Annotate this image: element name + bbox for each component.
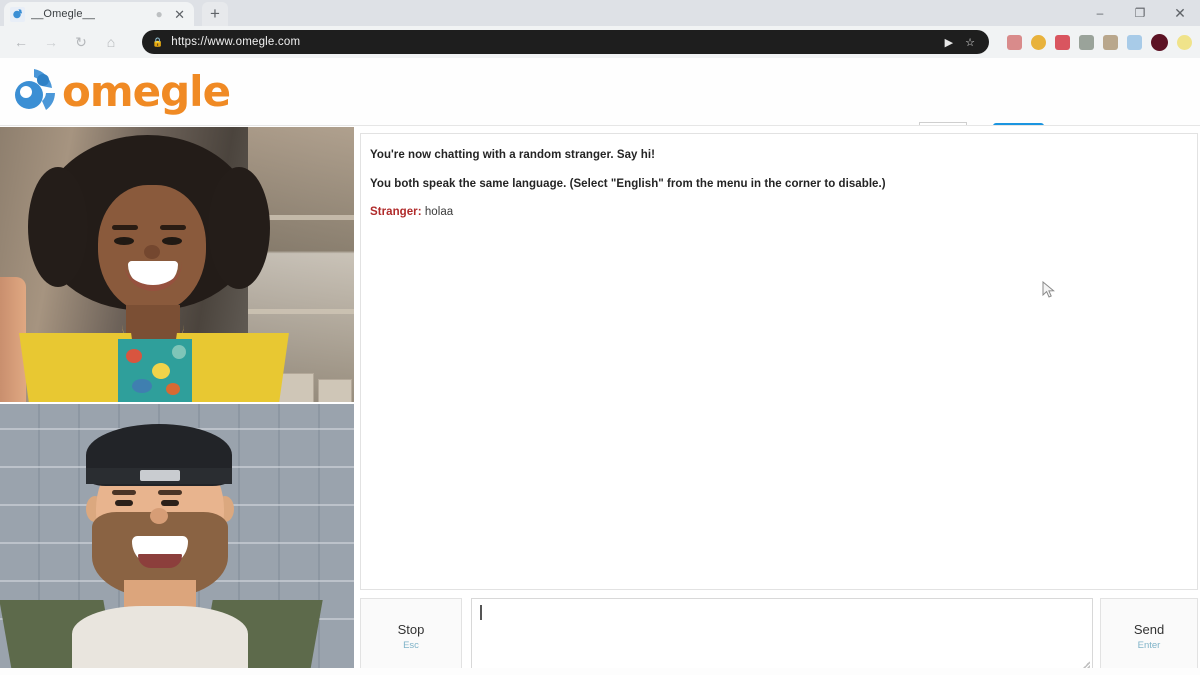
stop-button-key-hint: Esc [403,639,419,651]
extension-6-icon[interactable] [1127,34,1142,50]
new-tab-button[interactable]: + [202,2,228,26]
language-select-label: Seleccionar idioma [1068,125,1161,126]
omegle-logo-text: omegle [62,67,231,116]
twitter-bird-icon: 🐦 [998,126,1009,127]
extension-4-icon[interactable] [1079,34,1094,50]
tab-strip: __Omegle__ ● ✕ + – ❐ ✕ [0,0,1200,26]
self-video[interactable] [0,404,354,675]
browser-tab-omegle[interactable]: __Omegle__ ● ✕ [4,2,194,26]
stranger-brow-right [160,225,186,230]
extension-2-icon[interactable] [1031,34,1046,50]
shelf-box-2 [318,379,352,402]
media-cast-icon[interactable]: ▶ [945,36,953,49]
stranger-video[interactable] [0,127,354,402]
page-bottom-strip [0,668,1200,675]
self-eye-right [161,500,179,506]
self-eye-left [115,500,133,506]
self-brow-left [112,490,136,495]
chat-message-stranger: Stranger: holaa [370,205,1187,221]
site-header: omegle Talk to strangers! 183K 👍 Like 🐦 … [0,58,1200,126]
tab-spinner-dot: ● [155,7,163,21]
stop-button[interactable]: Stop Esc [360,598,462,674]
google-translate-widget[interactable]: G Seleccionar idioma | ▼ [1054,122,1183,126]
chat-message-system-1: You're now chatting with a random strang… [370,149,655,161]
google-g-icon: G [1054,124,1064,125]
tab-title: __Omegle__ [31,8,95,20]
self-cap-tag [140,470,180,481]
stranger-eye-left [114,237,134,245]
profile-avatar[interactable] [1151,33,1168,51]
facebook-like-count: 183K [919,122,967,125]
extension-5-icon[interactable] [1103,34,1118,50]
extension-1-icon[interactable] [1007,34,1022,50]
extension-7-icon[interactable] [1177,34,1192,50]
message-author: Stranger: [370,206,422,219]
shirt-pattern-1 [126,349,142,363]
self-brow-right [158,490,182,495]
close-window-icon[interactable]: ✕ [1160,0,1200,26]
message-input[interactable] [471,598,1093,674]
chat-log: You're now chatting with a random strang… [360,133,1198,590]
shirt-pattern-2 [152,363,170,379]
chat-controls: Stop Esc Send Enter [360,598,1198,674]
navigation-toolbar: ← → ↻ ⌂ 🔒 https://www.omegle.com ▶ ☆ [0,26,1200,58]
shirt-pattern-5 [166,383,180,395]
browser-window: __Omegle__ ● ✕ + – ❐ ✕ ← → ↻ ⌂ 🔒 https:/… [0,0,1200,675]
facebook-like-widget[interactable]: 183K 👍 Like [919,122,967,125]
back-icon[interactable]: ← [8,29,34,55]
window-controls: – ❐ ✕ [1080,0,1200,26]
stranger-hair-left [28,167,88,287]
divider: | [1165,125,1172,126]
forward-icon[interactable]: → [38,29,64,55]
address-bar[interactable]: 🔒 https://www.omegle.com ▶ ☆ [142,30,989,54]
self-mouth [138,554,182,568]
maximize-icon[interactable]: ❐ [1120,0,1160,26]
shelf-line-2 [248,309,354,314]
home-icon[interactable]: ⌂ [98,29,124,55]
omegle-logo-icon [8,66,60,118]
bookmark-star-icon[interactable]: ☆ [965,36,975,49]
omegle-logo[interactable]: omegle [8,66,231,118]
tweet-button[interactable]: 🐦 Tweet [993,123,1045,127]
reload-icon[interactable]: ↻ [68,29,94,55]
shirt-pattern-3 [172,345,186,359]
stranger-eye-right [162,237,182,245]
stranger-brow-left [112,225,138,230]
chat-message-system-2: You both speak the same language. (Selec… [370,177,886,190]
minimize-icon[interactable]: – [1080,0,1120,26]
video-column [0,127,354,675]
stranger-hair-right [208,167,270,289]
self-nose [150,508,168,524]
self-shirt [72,606,248,675]
stop-button-label: Stop [397,621,425,637]
lock-icon: 🔒 [152,36,164,47]
send-button[interactable]: Send Enter [1100,598,1198,674]
tab-close-icon[interactable]: ✕ [171,8,188,21]
shirt-pattern-4 [132,379,152,393]
send-button-key-hint: Enter [1137,639,1161,651]
extension-3-icon[interactable] [1055,34,1070,50]
extension-tray [997,33,1192,51]
mouse-cursor [1042,280,1056,299]
address-bar-url: https://www.omegle.com [171,36,301,48]
message-text: holaa [424,206,454,219]
omegle-favicon [10,6,25,22]
send-button-label: Send [1133,621,1165,637]
text-caret [480,605,482,620]
